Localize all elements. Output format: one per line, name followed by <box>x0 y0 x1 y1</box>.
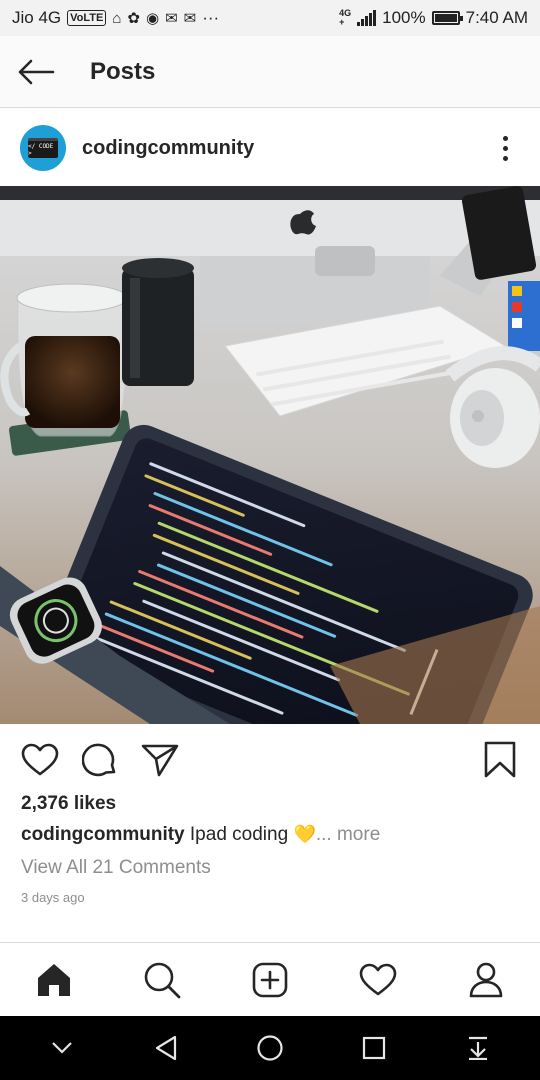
heart-icon <box>21 743 59 776</box>
dot <box>502 155 508 161</box>
page-title: Posts <box>90 57 156 85</box>
signal-icon <box>357 10 377 26</box>
notification-icon: ◉ <box>145 10 160 27</box>
send-icon <box>141 744 179 777</box>
like-button[interactable] <box>20 740 60 780</box>
yellow-heart-emoji: 💛 <box>293 824 316 844</box>
battery-percent: 100% <box>382 8 426 27</box>
gmail-icon: ✉ <box>165 10 178 27</box>
caption-more-link[interactable]: ... more <box>316 824 380 845</box>
circle-home-icon <box>257 1035 283 1061</box>
caption: codingcommunity Ipad coding 💛... more <box>21 824 380 846</box>
square-recents-icon <box>362 1036 386 1060</box>
post-username[interactable]: codingcommunity <box>82 137 254 160</box>
save-button[interactable] <box>480 740 520 780</box>
post-header: </ CODE > codingcommunity <box>0 110 540 186</box>
dot <box>502 135 508 141</box>
avatar-logo: </ CODE > <box>28 138 58 158</box>
top-nav: Posts <box>0 36 540 108</box>
network-type-icon: 4G + <box>339 8 352 27</box>
view-comments-link[interactable]: View All 21 Comments <box>21 857 211 879</box>
caption-text: Ipad coding <box>184 824 294 845</box>
pull-down-icon <box>469 1036 487 1060</box>
post-timestamp: 3 days ago <box>21 890 85 905</box>
back-button[interactable] <box>0 36 72 108</box>
nav-home-button[interactable] <box>26 952 82 1008</box>
avatar[interactable]: </ CODE > <box>20 125 66 171</box>
post-actions <box>0 724 540 796</box>
gmail-icon: ✉ <box>183 10 197 27</box>
notification-icon: ✿ <box>127 10 140 27</box>
status-bar-right: 4G + 100% 7:40 AM <box>339 8 528 28</box>
comment-button[interactable] <box>80 740 120 780</box>
more-notifications-icon: ··· <box>202 8 220 27</box>
android-home-button[interactable] <box>245 1023 295 1073</box>
caption-username[interactable]: codingcommunity <box>21 824 185 845</box>
post-image[interactable] <box>0 186 540 724</box>
arrow-left-icon <box>18 59 55 84</box>
android-notifications-button[interactable] <box>453 1023 503 1073</box>
clock: 7:40 AM <box>465 8 528 27</box>
status-bar-left: Jio 4G VoLTE ⌂ ✿ ◉ ✉ ✉ ··· <box>12 8 219 28</box>
add-post-icon <box>252 962 288 997</box>
home-icon <box>38 963 70 996</box>
chevron-down-icon <box>52 1042 72 1054</box>
share-button[interactable] <box>140 740 180 780</box>
profile-icon <box>469 962 503 997</box>
notification-icon: ⌂ <box>112 9 122 27</box>
android-collapse-button[interactable] <box>37 1023 87 1073</box>
search-icon <box>144 962 181 998</box>
likes-count[interactable]: 2,376 likes <box>21 793 116 815</box>
android-back-button[interactable] <box>141 1023 191 1073</box>
android-recents-button[interactable] <box>349 1023 399 1073</box>
desk-setup-photo <box>0 186 540 724</box>
nav-profile-button[interactable] <box>458 952 514 1008</box>
volte-badge: VoLTE <box>67 10 107 26</box>
comment-icon <box>82 743 116 777</box>
android-nav-bar <box>0 1016 540 1080</box>
triangle-back-icon <box>155 1035 177 1061</box>
more-options-button[interactable] <box>490 128 520 168</box>
bottom-nav <box>0 942 540 1016</box>
dot <box>502 145 508 151</box>
status-bar: Jio 4G VoLTE ⌂ ✿ ◉ ✉ ✉ ··· 4G + 100% 7:4… <box>0 0 540 36</box>
carrier-label: Jio 4G <box>12 8 62 27</box>
nav-activity-button[interactable] <box>350 952 406 1008</box>
heart-icon <box>359 963 397 995</box>
nav-search-button[interactable] <box>134 952 190 1008</box>
battery-icon <box>431 11 463 25</box>
bookmark-icon <box>484 741 516 778</box>
nav-add-post-button[interactable] <box>242 952 298 1008</box>
